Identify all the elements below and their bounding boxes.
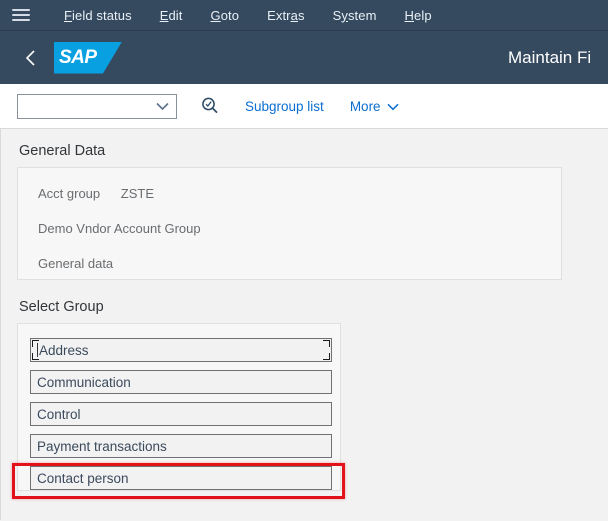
general-data-row: General data (38, 256, 561, 271)
group-button-label: Payment transactions (37, 438, 167, 454)
menu-item-edit[interactable]: Edit (146, 8, 197, 23)
hamburger-bar (12, 9, 30, 11)
more-label: More (349, 98, 381, 114)
group-button-label: Control (37, 406, 81, 422)
hamburger-bar (12, 14, 30, 16)
group-button-payment-transactions[interactable]: Payment transactions (30, 434, 332, 458)
select-group-title: Select Group (19, 299, 104, 315)
menu-item-goto[interactable]: Goto (197, 8, 254, 23)
group-button-contact-person[interactable]: Contact person (30, 466, 332, 490)
page-content: General Data Acct group ZSTE Demo Vndor … (0, 129, 608, 520)
acct-group-label: Acct group (38, 186, 101, 201)
menu-bar: Field status Edit Goto Extras System Hel… (0, 0, 608, 31)
general-data-row: Acct group ZSTE (38, 186, 561, 201)
group-combobox[interactable] (17, 93, 177, 119)
hamburger-bar (12, 19, 30, 21)
menu-item-extras[interactable]: Extras (253, 8, 318, 23)
menu-item-help[interactable]: Help (391, 8, 446, 23)
menu-items: Field status Edit Goto Extras System Hel… (50, 8, 446, 23)
page-title: Maintain Fi (508, 47, 592, 67)
group-button-control[interactable]: Control (30, 402, 332, 426)
group-button-label: Communication (37, 374, 131, 390)
back-chevron-icon[interactable] (16, 43, 46, 73)
account-group-description: Demo Vndor Account Group (38, 221, 201, 236)
chevron-down-icon (156, 102, 169, 111)
value-help-search-icon[interactable] (199, 95, 221, 117)
general-data-row: Demo Vndor Account Group (38, 221, 561, 236)
group-button-address[interactable]: Address (30, 338, 332, 362)
menu-item-field-status[interactable]: Field status (50, 8, 146, 23)
chevron-down-icon (387, 99, 399, 114)
group-button-communication[interactable]: Communication (30, 370, 332, 394)
select-group-panel: Address Communication Control Payment tr… (17, 323, 341, 491)
group-button-label: Address (39, 342, 89, 358)
general-data-title: General Data (19, 143, 106, 159)
sap-logo-text: SAP (59, 46, 97, 68)
more-button[interactable]: More (350, 99, 399, 114)
hamburger-menu-icon[interactable] (8, 4, 34, 26)
general-data-panel: Acct group ZSTE Demo Vndor Account Group… (17, 167, 562, 280)
toolbar: Subgroup list More (0, 84, 608, 129)
subgroup-list-button[interactable]: Subgroup list (245, 99, 324, 114)
sap-logo[interactable]: SAP (54, 41, 122, 74)
group-button-label: Contact person (37, 470, 129, 486)
menu-item-system[interactable]: System (319, 8, 391, 23)
text-caret (37, 343, 38, 357)
general-data-label: General data (38, 256, 114, 271)
acct-group-value: ZSTE (120, 186, 155, 201)
shell-bar: SAP Maintain Fi (0, 31, 608, 84)
